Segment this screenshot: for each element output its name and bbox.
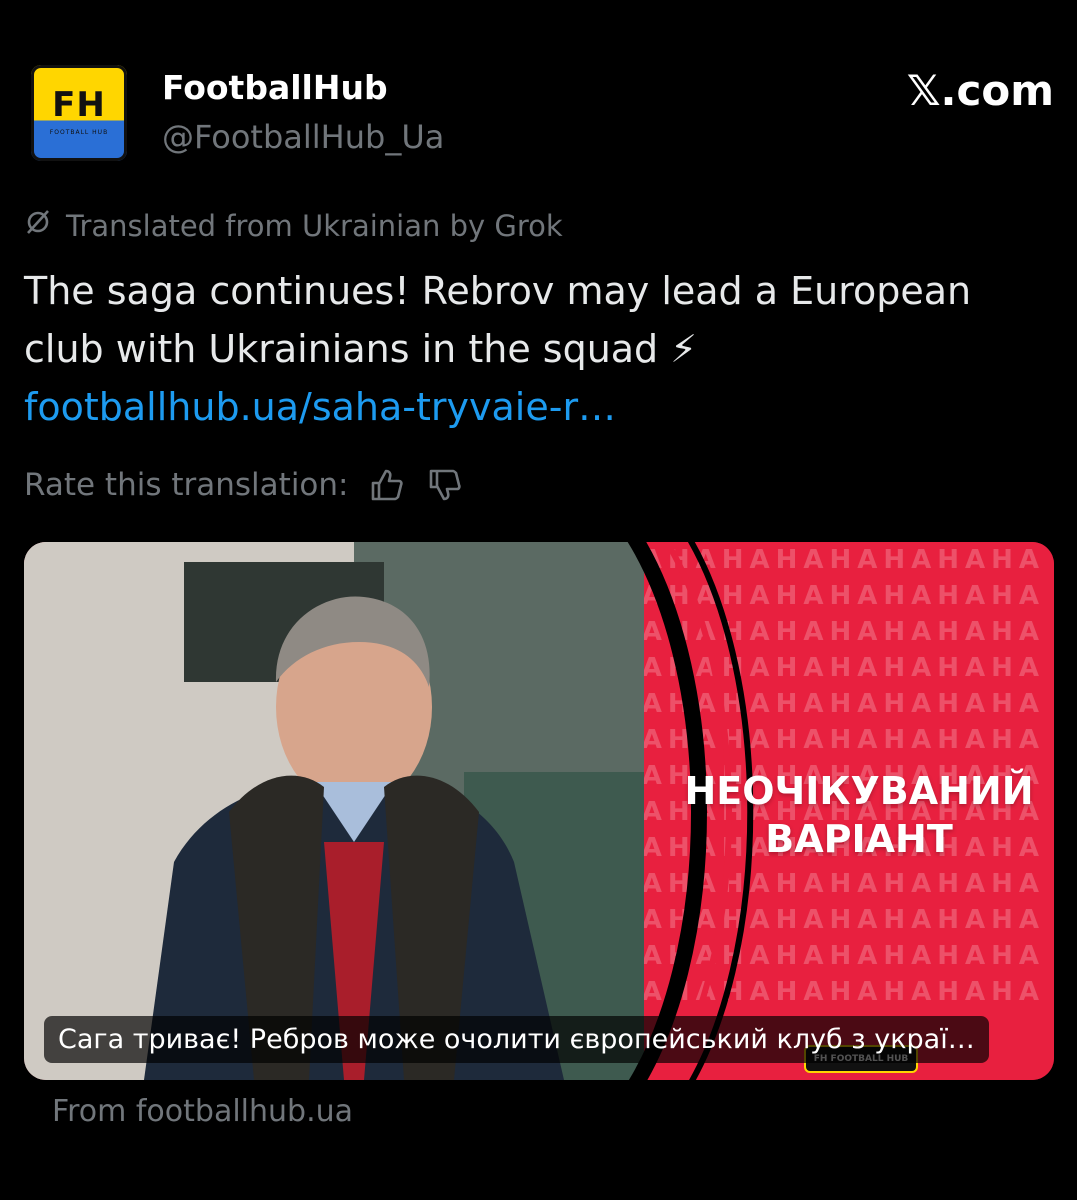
thumbs-down-icon[interactable] bbox=[425, 465, 465, 505]
rate-translation: Rate this translation: bbox=[24, 460, 465, 510]
site-label: 𝕏.com bbox=[906, 66, 1054, 115]
card-source[interactable]: From footballhub.ua bbox=[52, 1094, 353, 1129]
card-caption: Сага триває! Ребров може очолити європей… bbox=[44, 1016, 989, 1063]
card-photo bbox=[24, 542, 644, 1080]
avatar-logo-subtext: FOOTBALL HUB bbox=[49, 129, 109, 136]
card-headline: НЕОЧІКУВАНИЙ ВАРІАНТ bbox=[679, 767, 1039, 863]
link-preview-card[interactable]: НАНАНАНАНАНАНАНАНАНАНАНАНАНАНАНАНАНАНАНА… bbox=[24, 542, 1054, 1080]
tweet-body: The saga continues! Rebrov may lead a Eu… bbox=[24, 262, 1054, 436]
translate-icon bbox=[24, 208, 54, 243]
tweet-text: The saga continues! Rebrov may lead a Eu… bbox=[24, 269, 972, 371]
translation-notice: Translated from Ukrainian by Grok bbox=[24, 208, 563, 243]
translation-notice-text: Translated from Ukrainian by Grok bbox=[66, 209, 563, 243]
card-headline-line2: ВАРІАНТ bbox=[765, 817, 953, 861]
author-handle[interactable]: @FootballHub_Ua bbox=[162, 118, 444, 156]
avatar-logo: FH FOOTBALL HUB bbox=[31, 65, 127, 161]
rate-translation-label: Rate this translation: bbox=[24, 467, 349, 503]
avatar-logo-text: FH bbox=[52, 85, 106, 125]
card-headline-line1: НЕОЧІКУВАНИЙ bbox=[684, 769, 1034, 813]
tweet-link[interactable]: footballhub.ua/saha-tryvaie-r… bbox=[24, 378, 1054, 436]
thumbs-up-icon[interactable] bbox=[367, 465, 407, 505]
tweet-header: FH FOOTBALL HUB FootballHub @FootballHub… bbox=[24, 58, 1054, 168]
avatar[interactable]: FH FOOTBALL HUB bbox=[24, 58, 134, 168]
author-name[interactable]: FootballHub bbox=[162, 68, 388, 107]
